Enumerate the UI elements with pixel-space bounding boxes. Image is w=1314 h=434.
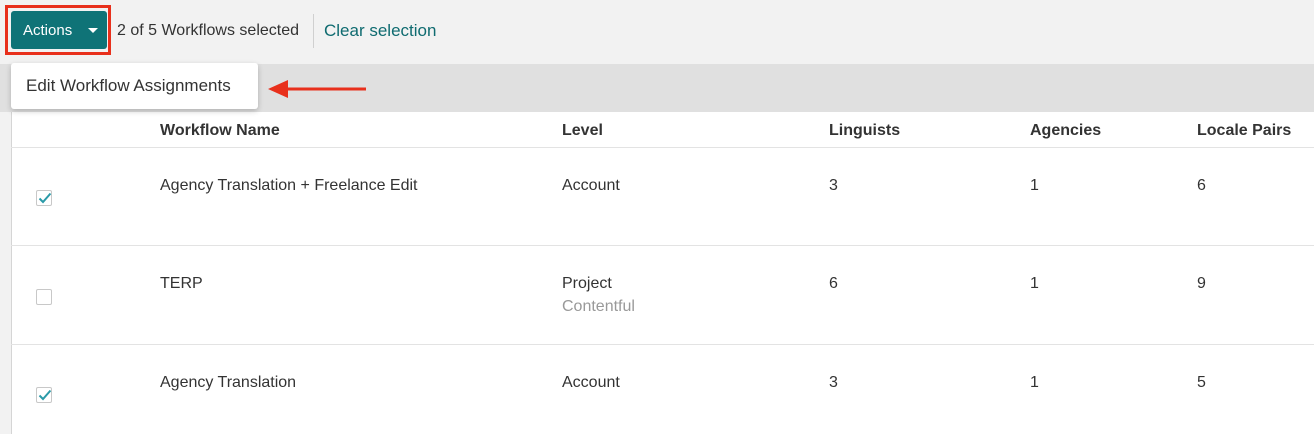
linguists-count: 3: [829, 177, 838, 194]
menu-item-edit-workflow-assignments[interactable]: Edit Workflow Assignments: [26, 76, 231, 96]
column-header-linguists[interactable]: Linguists: [829, 122, 900, 140]
agencies-count: 1: [1030, 275, 1039, 292]
toolbar-divider: [313, 14, 314, 48]
row-checkbox[interactable]: [36, 190, 52, 206]
actions-dropdown-menu: Edit Workflow Assignments: [11, 63, 258, 109]
row-checkbox[interactable]: [36, 289, 52, 305]
row-divider: [11, 245, 1314, 246]
workflow-level: Account: [562, 177, 620, 194]
selection-status: 2 of 5 Workflows selected: [117, 22, 300, 39]
left-gutter: [0, 112, 11, 434]
column-header-locale-pairs[interactable]: Locale Pairs: [1197, 122, 1291, 140]
annotation-arrow-icon: [268, 80, 366, 98]
workflow-level: Project: [562, 275, 612, 292]
checkmark-icon: [38, 389, 52, 401]
caret-down-icon: [88, 27, 99, 33]
actions-button-label: Actions: [23, 21, 73, 39]
column-header-workflow-name[interactable]: Workflow Name: [160, 122, 280, 140]
checkmark-icon: [38, 192, 52, 204]
actions-button[interactable]: Actions: [11, 11, 107, 49]
workflow-level-sub: Contentful: [562, 298, 635, 315]
row-divider: [11, 344, 1314, 345]
clear-selection-link[interactable]: Clear selection: [324, 21, 436, 41]
linguists-count: 3: [829, 374, 838, 391]
workflow-name: Agency Translation + Freelance Edit: [160, 177, 418, 194]
locale-pairs-count: 6: [1197, 177, 1206, 194]
workflow-name: Agency Translation: [160, 374, 297, 391]
agencies-count: 1: [1030, 374, 1039, 391]
row-checkbox[interactable]: [36, 387, 52, 403]
locale-pairs-count: 9: [1197, 275, 1206, 292]
agencies-count: 1: [1030, 177, 1039, 194]
column-header-level[interactable]: Level: [562, 122, 603, 140]
header-divider: [11, 147, 1314, 148]
locale-pairs-count: 5: [1197, 374, 1206, 391]
workflow-level: Account: [562, 374, 620, 391]
linguists-count: 6: [829, 275, 838, 292]
column-header-agencies[interactable]: Agencies: [1030, 122, 1101, 140]
workflow-name: TERP: [160, 275, 203, 292]
